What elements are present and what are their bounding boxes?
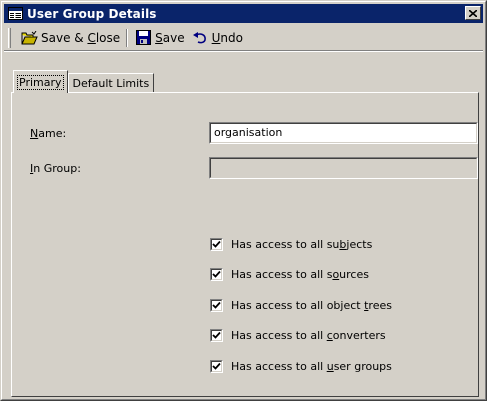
checkbox-user-groups[interactable]: Has access to all user groups [210,358,392,374]
checkbox-subjects[interactable]: Has access to all subjects [210,236,372,252]
window-title: User Group Details [27,6,157,21]
tab-default-limits-label: Default Limits [72,77,150,90]
window-frame: User Group Details Save & Close Save Und… [1,1,486,400]
tab-default-limits[interactable]: Default Limits [67,73,155,93]
close-icon [468,7,478,20]
undo-button[interactable]: Undo [188,27,246,49]
close-button[interactable] [465,6,481,20]
dialog-window: User Group Details Save & Close Save Und… [0,0,487,401]
checkmark-icon [211,360,222,372]
checkbox-box[interactable] [210,237,223,251]
floppy-disk-icon [134,30,152,46]
open-folder-icon [20,30,38,46]
checkbox-box[interactable] [210,328,223,342]
checkbox-box[interactable] [210,267,223,281]
checkbox-object-trees-label: Has access to all object trees [231,298,392,312]
tab-strip: Primary Default Limits [13,69,155,93]
checkmark-icon [211,299,222,311]
name-field[interactable]: organisation [209,122,478,144]
checkbox-subjects-label: Has access to all subjects [231,237,373,251]
checkbox-sources-label: Has access to all sources [231,267,369,281]
checkbox-user-groups-label: Has access to all user groups [231,359,392,373]
toolbar-grip[interactable] [8,27,11,48]
toolbar-separator [126,28,129,47]
in-group-label: In Group: [30,162,81,175]
checkbox-converters-label: Has access to all converters [231,328,386,342]
save-button[interactable]: Save [131,27,187,49]
in-group-field-value [210,158,477,178]
tab-primary[interactable]: Primary [13,70,68,93]
checkbox-converters[interactable]: Has access to all converters [210,327,386,343]
title-bar[interactable]: User Group Details [4,4,483,23]
save-close-label: Save & Close [41,30,121,45]
undo-arrow-icon [191,30,209,46]
save-close-button[interactable]: Save & Close [17,27,123,49]
checkbox-sources[interactable]: Has access to all sources [210,266,369,282]
tab-panel-primary: Name: organisation In Group: Has access … [11,92,479,397]
in-group-field[interactable] [209,157,478,179]
undo-label: Undo [211,30,243,45]
save-label: Save [155,30,185,45]
checkmark-icon [211,238,222,250]
checkbox-object-trees[interactable]: Has access to all object trees [210,297,392,313]
checkbox-box[interactable] [210,359,223,373]
toolbar: Save & Close Save Undo [4,25,483,52]
name-label: Name: [30,127,67,140]
checkmark-icon [211,329,222,341]
tab-primary-label: Primary [17,74,64,90]
name-field-value: organisation [210,123,477,143]
checkmark-icon [211,268,222,280]
checkbox-box[interactable] [210,298,223,312]
form-icon [7,7,23,21]
